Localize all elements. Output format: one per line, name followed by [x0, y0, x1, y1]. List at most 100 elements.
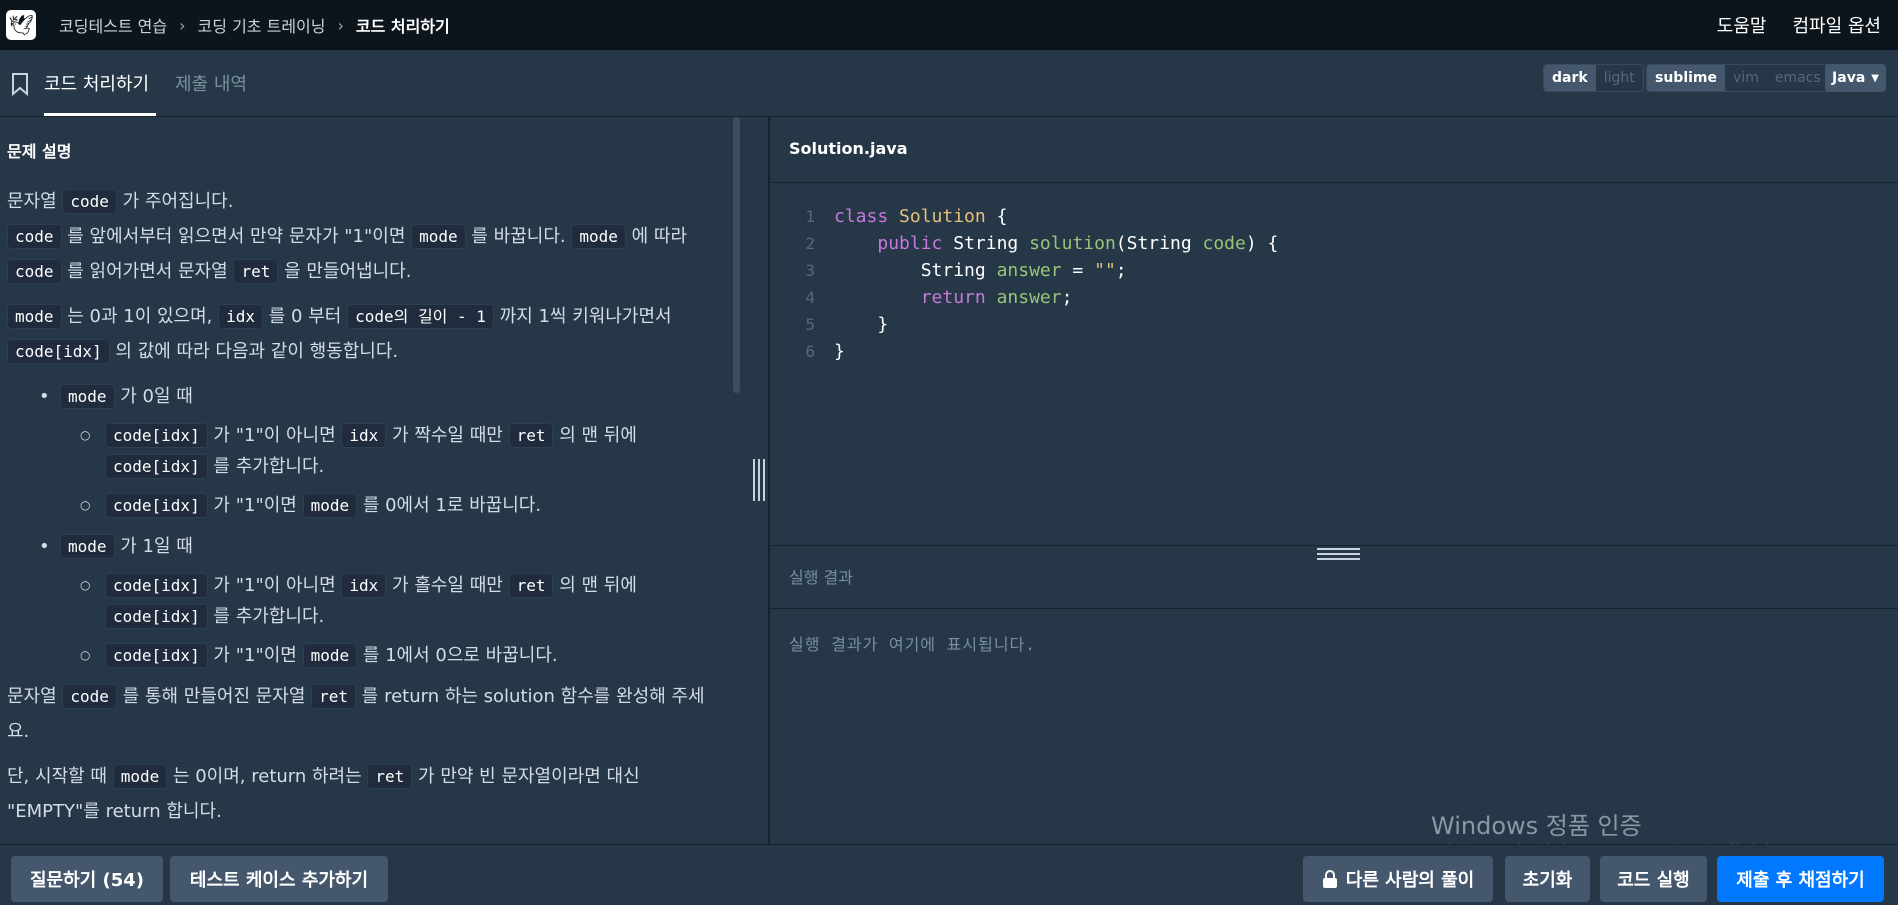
token: ) {: [1245, 233, 1279, 254]
token: }: [834, 341, 845, 362]
text: 를 앞에서부터 읽으면서 만약 문자가 "1"이면: [61, 226, 412, 247]
text: 를 읽어가면서 문자열: [61, 261, 234, 282]
run-code-button[interactable]: 코드 실행: [1600, 856, 1707, 902]
inline-code: mode: [571, 224, 626, 249]
token: }: [834, 314, 889, 335]
line-number: 3: [805, 261, 815, 280]
add-test-case-button[interactable]: 테스트 케이스 추가하기: [170, 856, 388, 902]
code-line[interactable]: 5 }: [770, 311, 888, 338]
others-solutions-button[interactable]: 다른 사람의 풀이: [1303, 856, 1493, 902]
run-code-label: 코드 실행: [1617, 870, 1690, 891]
ask-question-label: 질문하기 (54): [29, 870, 144, 891]
code-editor[interactable]: 1 class Solution { 2 public String solut…: [770, 183, 1898, 546]
inline-code: code[idx]: [105, 423, 208, 448]
list-item: mode 가 1일 때 code[idx] 가 "1"이 아니면 idx 가 홀…: [35, 529, 707, 671]
keymap-toggle: sublime vim emacs: [1646, 64, 1830, 92]
token: ;: [1115, 260, 1127, 281]
token: Solution: [899, 206, 986, 227]
token: {: [985, 206, 1008, 227]
code-line[interactable]: 1 class Solution {: [770, 203, 1007, 230]
token: (String: [1115, 233, 1203, 254]
token: ;: [1061, 287, 1073, 308]
theme-toggle: dark light: [1543, 64, 1644, 92]
tab-submission-history[interactable]: 제출 내역: [175, 70, 247, 96]
top-navigation: 🕊 코딩테스트 연습 › 코딩 기초 트레이닝 › 코드 처리하기 도움말 컴파…: [0, 0, 1898, 50]
chevron-right-icon: ›: [179, 15, 186, 35]
text: 가 "1"이면: [207, 495, 303, 516]
problem-description: 문제 설명 문자열 code 가 주어집니다. code 를 앞에서부터 읽으면…: [7, 117, 707, 839]
inline-code: ret: [508, 573, 554, 598]
submit-button[interactable]: 제출 후 채점하기: [1717, 856, 1884, 902]
help-link[interactable]: 도움말: [1717, 12, 1767, 38]
chevron-right-icon: ›: [337, 15, 344, 35]
text: 을 만들어냅니다.: [278, 261, 412, 282]
list-item: code[idx] 가 "1"이 아니면 idx 가 홀수일 때만 ret 의 …: [80, 570, 707, 632]
description-scrollbar[interactable]: [733, 117, 740, 393]
bookmark-icon[interactable]: [11, 72, 29, 96]
line-number: 4: [805, 288, 815, 307]
text: 가 1일 때: [114, 536, 193, 557]
text: 는 0이며, return 하려는: [167, 766, 368, 787]
inline-code: mode: [60, 534, 115, 559]
line-number: 6: [805, 342, 815, 361]
token: answer: [996, 287, 1062, 308]
inline-code: mode: [7, 304, 62, 329]
theme-dark-option[interactable]: dark: [1544, 65, 1596, 91]
programmers-logo-icon[interactable]: 🕊: [6, 10, 36, 40]
inline-code: code: [7, 259, 62, 284]
keymap-emacs-option[interactable]: emacs: [1766, 65, 1829, 91]
active-tab-indicator: [44, 113, 156, 116]
token: solution: [1029, 233, 1116, 254]
lock-icon: [1322, 870, 1337, 888]
text: 가 주어집니다.: [116, 191, 234, 212]
token: =: [1061, 260, 1095, 281]
line-number: 2: [805, 234, 815, 253]
text: 는 0과 1이 있으며,: [61, 306, 219, 327]
theme-light-option[interactable]: light: [1595, 65, 1643, 91]
token: return: [920, 287, 986, 308]
reset-button[interactable]: 초기화: [1505, 856, 1590, 902]
inline-code: mode: [302, 643, 358, 668]
text: 를 추가합니다.: [207, 606, 325, 627]
resize-handle-icon[interactable]: [753, 459, 765, 501]
text: 의 값에 따라 다음과 같이 행동합니다.: [109, 341, 399, 362]
breadcrumb: 코딩테스트 연습 › 코딩 기초 트레이닝 › 코드 처리하기: [59, 13, 450, 37]
code-line[interactable]: 4 return answer;: [770, 284, 1072, 311]
list-item: code[idx] 가 "1"이면 mode 를 1에서 0으로 바꿉니다.: [80, 640, 707, 671]
code-line[interactable]: 6 }: [770, 338, 845, 365]
result-header: 실행 결과: [770, 546, 1898, 609]
tab-bar: 코드 처리하기 제출 내역 dark light sublime vim ema…: [0, 50, 1898, 117]
inline-code: code: [62, 684, 117, 709]
problem-paragraph: 단, 시작할 때 mode 는 0이며, return 하려는 ret 가 만약…: [7, 759, 707, 829]
language-select[interactable]: Java ▼: [1825, 64, 1886, 92]
problem-paragraph: 문자열 code 를 통해 만들어진 문자열 ret 를 return 하는 s…: [7, 679, 707, 749]
keymap-vim-option[interactable]: vim: [1725, 65, 1767, 91]
token: answer: [996, 260, 1062, 281]
code-line[interactable]: 3 String answer = "";: [770, 257, 1127, 284]
inline-code: code[idx]: [7, 339, 110, 364]
list-item: code[idx] 가 "1"이 아니면 idx 가 짝수일 때만 ret 의 …: [80, 420, 707, 482]
ask-question-button[interactable]: 질문하기 (54): [11, 856, 163, 902]
breadcrumb-item-basic-training[interactable]: 코딩 기초 트레이닝: [198, 13, 326, 37]
inline-code: mode: [60, 384, 115, 409]
breadcrumb-item-practice[interactable]: 코딩테스트 연습: [59, 13, 167, 37]
tab-code-processing[interactable]: 코드 처리하기: [44, 70, 149, 96]
code-line[interactable]: 2 public String solution(String code) {: [770, 230, 1278, 257]
inline-code: code[idx]: [105, 493, 208, 518]
sub-rule-list: code[idx] 가 "1"이 아니면 idx 가 짝수일 때만 ret 의 …: [80, 420, 707, 521]
inline-code: mode: [112, 764, 168, 789]
compile-options-link[interactable]: 컴파일 옵션: [1792, 12, 1881, 38]
text: 를 1에서 0으로 바꿉니다.: [357, 645, 558, 666]
text: 까지 1씩 키워나가면서: [493, 306, 672, 327]
text: 문자열: [7, 686, 63, 707]
list-item: mode 가 0일 때 code[idx] 가 "1"이 아니면 idx 가 짝…: [35, 379, 707, 521]
keymap-sublime-option[interactable]: sublime: [1647, 65, 1726, 91]
file-name: Solution.java: [789, 139, 908, 158]
text: 가 홀수일 때만: [386, 575, 509, 596]
breadcrumb-item-current: 코드 처리하기: [355, 17, 450, 36]
sub-rule-list: code[idx] 가 "1"이 아니면 idx 가 홀수일 때만 ret 의 …: [80, 570, 707, 671]
language-select-value: Java: [1832, 70, 1866, 86]
inline-code: idx: [341, 423, 387, 448]
